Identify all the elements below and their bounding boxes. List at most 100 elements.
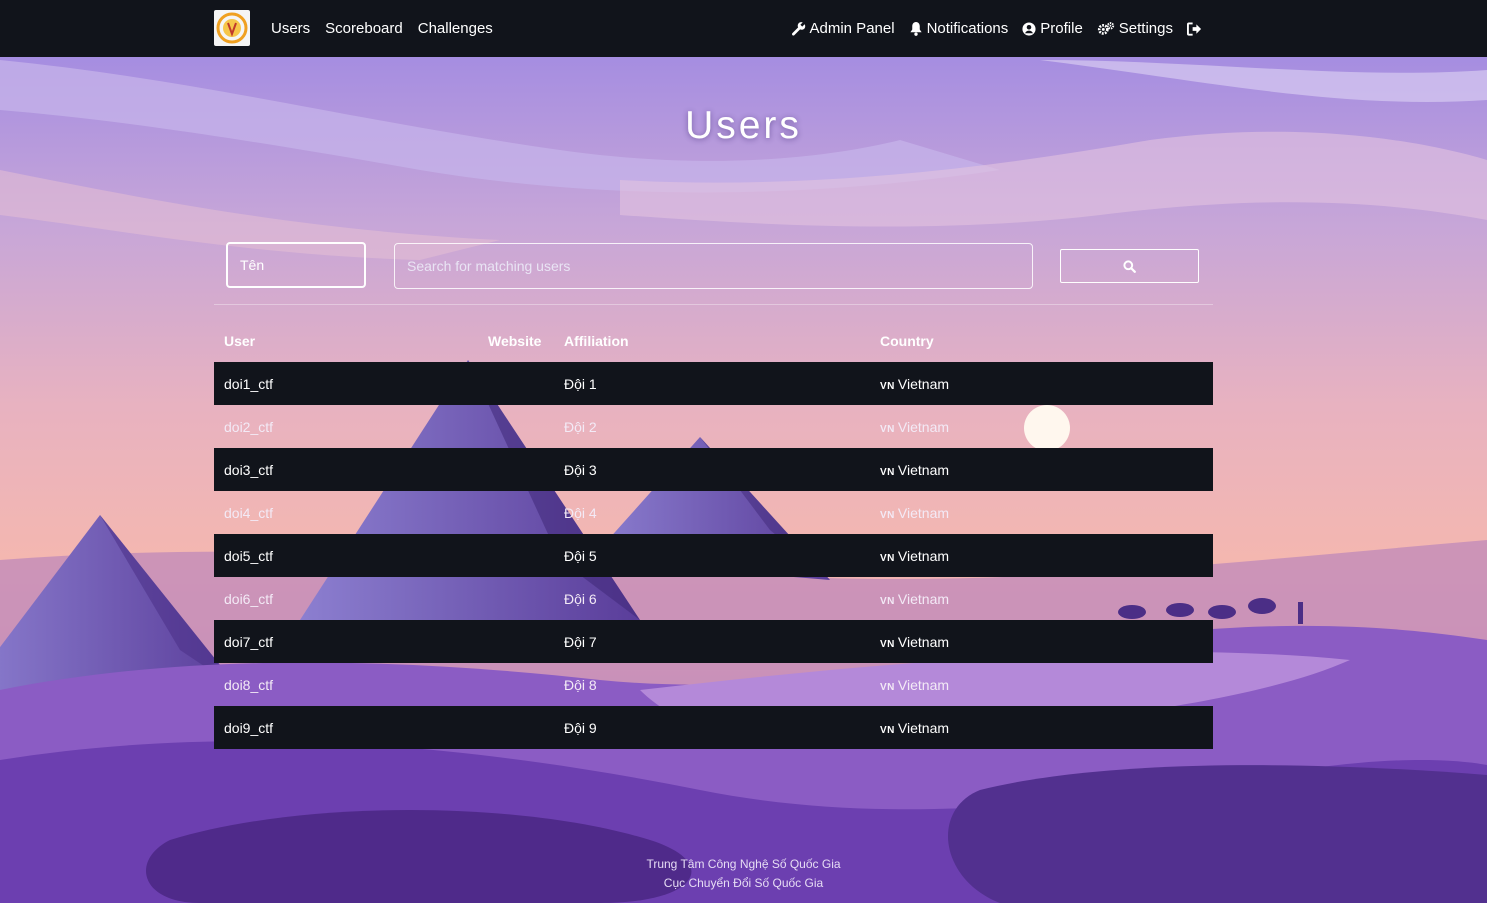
table-row: doi7_ctf Đội 7 VN Vietnam	[214, 620, 1213, 663]
affiliation-cell: Đội 7	[554, 620, 870, 663]
header-user: User	[224, 333, 256, 349]
footer-line-1: Trung Tâm Công Nghệ Số Quốc Gia	[646, 857, 841, 871]
website-cell	[478, 620, 554, 663]
search-divider	[214, 304, 1213, 305]
wrench-icon	[791, 22, 805, 36]
country-cell: VN Vietnam	[870, 491, 1213, 534]
affiliation-cell: Đội 3	[554, 448, 870, 491]
country-name: Vietnam	[897, 633, 950, 650]
search-input[interactable]	[394, 243, 1033, 289]
user-link[interactable]: doi1_ctf	[224, 376, 273, 392]
users-table: User Website Affiliation Country doi1_ct…	[214, 320, 1213, 749]
table-row: doi4_ctf Đội 4 VN Vietnam	[214, 491, 1213, 534]
country-name: Vietnam	[897, 547, 950, 564]
website-cell	[478, 448, 554, 491]
header-website: Website	[488, 333, 542, 349]
admin-panel-label: Admin Panel	[809, 20, 895, 37]
shield-logo-icon[interactable]	[214, 10, 250, 46]
top-navbar: Users Scoreboard Challenges Admin Panel …	[0, 0, 1487, 57]
flag-icon: VN	[880, 638, 895, 650]
header-affiliation: Affiliation	[564, 333, 629, 349]
flag-icon: VN	[880, 724, 895, 736]
user-circle-icon	[1022, 21, 1036, 36]
flag-icon: VN	[880, 509, 895, 521]
website-cell	[478, 405, 554, 448]
profile-label: Profile	[1040, 20, 1083, 37]
logout-icon	[1187, 21, 1202, 36]
table-row: doi6_ctf Đội 6 VN Vietnam	[214, 577, 1213, 620]
country-cell: VN Vietnam	[870, 448, 1213, 491]
country-cell: VN Vietnam	[870, 706, 1213, 749]
affiliation-cell: Đội 1	[554, 362, 870, 405]
flag-icon: VN	[880, 681, 895, 693]
country-name: Vietnam	[897, 504, 950, 521]
flag-icon: VN	[880, 423, 895, 435]
country-cell: VN Vietnam	[870, 663, 1213, 706]
search-field-value: Tên	[240, 257, 265, 273]
user-link[interactable]: doi5_ctf	[224, 548, 273, 564]
table-row: doi2_ctf Đội 2 VN Vietnam	[214, 405, 1213, 448]
country-cell: VN Vietnam	[870, 362, 1213, 405]
table-row: doi1_ctf Đội 1 VN Vietnam	[214, 362, 1213, 405]
table-row: doi3_ctf Đội 3 VN Vietnam	[214, 448, 1213, 491]
bell-icon	[909, 21, 922, 36]
country-cell: VN Vietnam	[870, 620, 1213, 663]
country-name: Vietnam	[897, 719, 950, 736]
flag-icon: VN	[880, 595, 895, 607]
footer: Trung Tâm Công Nghệ Số Quốc Gia Cục Chuy…	[0, 855, 1487, 893]
nav-link-users[interactable]: Users	[271, 20, 310, 37]
table-row: doi5_ctf Đội 5 VN Vietnam	[214, 534, 1213, 577]
settings-label: Settings	[1118, 20, 1173, 37]
nav-link-profile[interactable]: Profile	[1022, 20, 1083, 37]
country-cell: VN Vietnam	[870, 577, 1213, 620]
country-cell: VN Vietnam	[870, 534, 1213, 577]
website-cell	[478, 663, 554, 706]
user-link[interactable]: doi3_ctf	[224, 462, 273, 478]
nav-link-settings[interactable]: Settings	[1097, 20, 1173, 37]
website-cell	[478, 534, 554, 577]
nav-link-admin-panel[interactable]: Admin Panel	[791, 20, 895, 37]
flag-icon: VN	[880, 466, 895, 478]
website-cell	[478, 362, 554, 405]
search-button[interactable]	[1060, 249, 1199, 283]
country-cell: VN Vietnam	[870, 405, 1213, 448]
user-link[interactable]: doi2_ctf	[224, 419, 273, 435]
country-name: Vietnam	[897, 375, 950, 392]
user-link[interactable]: doi9_ctf	[224, 720, 273, 736]
flag-icon: VN	[880, 380, 895, 392]
user-link[interactable]: doi8_ctf	[224, 677, 273, 693]
affiliation-cell: Đội 9	[554, 706, 870, 749]
search-field-select[interactable]: Tên	[226, 242, 366, 288]
website-cell	[478, 577, 554, 620]
footer-line-2: Cục Chuyển Đổi Số Quốc Gia	[663, 876, 824, 890]
nav-link-scoreboard[interactable]: Scoreboard	[325, 20, 403, 37]
affiliation-cell: Đội 2	[564, 418, 597, 435]
search-icon	[1123, 259, 1136, 273]
notifications-label: Notifications	[926, 20, 1009, 37]
website-cell	[478, 706, 554, 749]
logout-button[interactable]	[1187, 21, 1202, 36]
country-name: Vietnam	[897, 461, 950, 478]
user-link[interactable]: doi6_ctf	[224, 591, 273, 607]
website-cell	[478, 491, 554, 534]
flag-icon: VN	[880, 552, 895, 564]
country-name: Vietnam	[897, 418, 950, 435]
user-link[interactable]: doi7_ctf	[224, 634, 273, 650]
nav-right-links: Admin Panel Notifications Profile Settin…	[791, 0, 1203, 57]
table-header-row: User Website Affiliation Country	[214, 320, 1213, 362]
header-country: Country	[880, 333, 934, 349]
user-link[interactable]: doi4_ctf	[224, 505, 273, 521]
table-row: doi9_ctf Đội 9 VN Vietnam	[214, 706, 1213, 749]
affiliation-cell: Đội 8	[564, 676, 597, 693]
page-title: Users	[685, 104, 802, 147]
affiliation-cell: Đội 6	[564, 590, 597, 607]
gears-icon	[1097, 22, 1114, 35]
nav-link-notifications[interactable]: Notifications	[909, 20, 1009, 37]
country-name: Vietnam	[897, 590, 950, 607]
country-name: Vietnam	[897, 676, 950, 693]
nav-link-challenges[interactable]: Challenges	[418, 20, 493, 37]
nav-left-links: Users Scoreboard Challenges	[271, 0, 493, 57]
affiliation-cell: Đội 5	[554, 534, 870, 577]
table-row: doi8_ctf Đội 8 VN Vietnam	[214, 663, 1213, 706]
affiliation-cell: Đội 4	[564, 504, 597, 521]
